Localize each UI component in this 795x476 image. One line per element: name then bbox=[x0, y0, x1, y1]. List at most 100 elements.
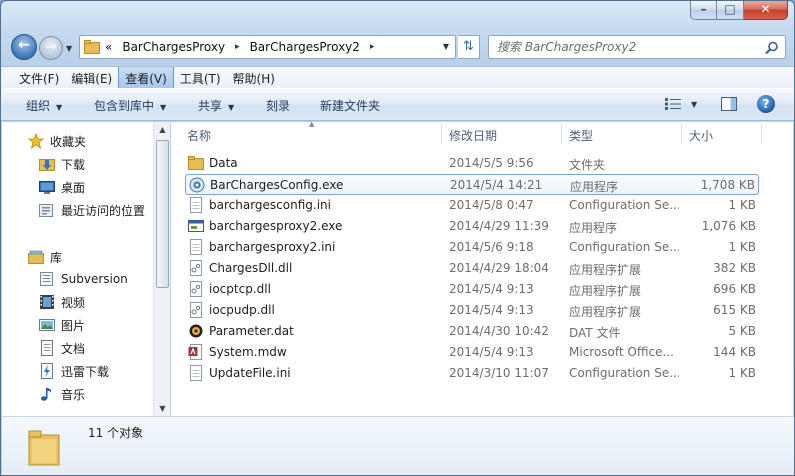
column-divider[interactable] bbox=[681, 124, 682, 144]
file-row[interactable]: iocpudp.dll 2014/5/4 9:13 应用程序扩展 615 KB bbox=[185, 300, 759, 321]
dll-file-icon bbox=[190, 260, 202, 276]
nav-subversion[interactable]: Subversion bbox=[39, 269, 128, 289]
file-size: 5 KB bbox=[728, 324, 756, 338]
file-modified-date: 2014/5/4 9:13 bbox=[449, 345, 534, 359]
nav-label: 文档 bbox=[61, 341, 86, 356]
subversion-library-icon bbox=[40, 272, 53, 286]
sort-ascending-icon: ▲ bbox=[309, 120, 315, 128]
nav-label: 图片 bbox=[61, 318, 86, 333]
nav-thunder-downloads[interactable]: 迅雷下载 bbox=[39, 361, 109, 381]
picture-icon bbox=[39, 319, 55, 331]
file-name: iocptcp.dll bbox=[209, 282, 271, 296]
new-folder-button[interactable]: 新建文件夹 bbox=[320, 97, 380, 114]
close-icon: ✕ bbox=[760, 2, 771, 16]
scrollbar-thumb[interactable] bbox=[156, 140, 169, 288]
preview-pane-icon[interactable] bbox=[721, 97, 737, 111]
scroll-down-icon[interactable]: ▼ bbox=[154, 404, 171, 413]
nav-documents[interactable]: 文档 bbox=[39, 338, 85, 358]
burn-button[interactable]: 刻录 bbox=[266, 97, 290, 114]
search-icon[interactable] bbox=[765, 41, 779, 55]
column-header-date[interactable]: 修改日期 bbox=[449, 122, 497, 146]
breadcrumb-chevron-icon[interactable]: ▸ bbox=[370, 42, 375, 52]
menu-edit[interactable]: 编辑(E) bbox=[65, 67, 118, 89]
file-type: Microsoft Office... bbox=[569, 345, 674, 359]
organize-label: 组织 bbox=[26, 99, 51, 113]
nav-label: 下载 bbox=[61, 157, 86, 172]
file-modified-date: 2014/5/5 9:56 bbox=[449, 156, 534, 170]
menu-view[interactable]: 查看(V) bbox=[118, 67, 174, 89]
navigation-scrollbar[interactable]: ▲ ▼ bbox=[153, 122, 170, 416]
file-row[interactable]: UpdateFile.ini 2014/3/10 11:07 Configurati… bbox=[185, 363, 759, 384]
file-name: barchargesproxy2.ini bbox=[209, 240, 336, 254]
file-type: Configuration Se... bbox=[569, 198, 679, 212]
file-modified-date: 2014/3/10 11:07 bbox=[449, 366, 549, 380]
file-row[interactable]: barchargesproxy2.ini 2014/5/6 9:18 Configu… bbox=[185, 237, 759, 258]
help-icon[interactable]: ? bbox=[757, 95, 775, 113]
column-divider[interactable] bbox=[561, 124, 562, 144]
organize-button[interactable]: 组织 ▼ bbox=[26, 97, 62, 114]
share-button[interactable]: 共享 ▼ bbox=[198, 97, 234, 114]
maximize-button[interactable]: □ bbox=[717, 1, 744, 20]
file-row[interactable]: Data 2014/5/5 9:56 文件夹 bbox=[185, 153, 759, 174]
file-type: 应用程序扩展 bbox=[569, 263, 642, 277]
dat-file-icon bbox=[189, 324, 203, 338]
forward-button[interactable]: → bbox=[39, 36, 63, 60]
breadcrumb-item[interactable]: BarChargesProxy bbox=[122, 40, 225, 54]
breadcrumb-chevron-icon[interactable]: ▸ bbox=[235, 42, 240, 52]
nav-pictures[interactable]: 图片 bbox=[39, 315, 85, 335]
dropdown-arrow-icon: ▼ bbox=[160, 103, 167, 112]
back-button[interactable]: ← bbox=[11, 34, 37, 60]
minimize-button[interactable]: – bbox=[690, 1, 717, 20]
file-row[interactable]: System.mdw 2014/5/4 9:13 Microsoft Office.… bbox=[185, 342, 759, 363]
nav-videos[interactable]: 视频 bbox=[39, 292, 85, 312]
search-box[interactable] bbox=[488, 35, 786, 59]
file-type: Configuration Se... bbox=[569, 240, 679, 254]
dll-file-icon bbox=[190, 281, 202, 297]
file-row[interactable]: BarChargesConfig.exe 2014/5/4 14:21 应用程序 1,… bbox=[185, 174, 759, 195]
column-header-type[interactable]: 类型 bbox=[569, 122, 593, 146]
music-note-icon bbox=[41, 388, 52, 401]
file-row[interactable]: barchargesconfig.ini 2014/5/8 0:47 Configu… bbox=[185, 195, 759, 216]
nav-desktop[interactable]: 桌面 bbox=[39, 177, 85, 197]
file-row[interactable]: Parameter.dat 2014/4/30 10:42 DAT 文件 5 KB bbox=[185, 321, 759, 342]
breadcrumb: « BarChargesProxy ▸ BarChargesProxy2 ▸ bbox=[105, 40, 374, 54]
menu-file[interactable]: 文件(F) bbox=[13, 67, 65, 89]
address-history-dropdown[interactable]: ▼ bbox=[443, 42, 449, 51]
thunder-download-icon bbox=[41, 363, 53, 379]
column-header-name[interactable]: 名称 bbox=[187, 122, 211, 146]
file-modified-date: 2014/5/6 9:18 bbox=[449, 240, 534, 254]
search-input[interactable] bbox=[497, 39, 757, 55]
title-bar[interactable]: – □ ✕ bbox=[1, 1, 794, 31]
dll-file-icon bbox=[190, 302, 202, 318]
scroll-up-icon[interactable]: ▲ bbox=[154, 125, 171, 134]
file-modified-date: 2014/5/4 9:13 bbox=[449, 282, 534, 296]
column-divider[interactable] bbox=[761, 124, 762, 144]
nav-libraries[interactable]: 库 bbox=[28, 247, 62, 267]
menu-help[interactable]: 帮助(H) bbox=[227, 67, 281, 89]
downloads-folder-icon bbox=[39, 159, 55, 171]
nav-recent-places[interactable]: 最近访问的位置 bbox=[39, 200, 145, 220]
include-in-library-button[interactable]: 包含到库中 ▼ bbox=[94, 97, 166, 114]
file-row[interactable]: barchargesproxy2.exe 2014/4/29 11:39 应用程序 1… bbox=[185, 216, 759, 237]
file-row[interactable]: iocptcp.dll 2014/5/4 9:13 应用程序扩展 696 KB bbox=[185, 279, 759, 300]
menu-tools[interactable]: 工具(T) bbox=[174, 67, 227, 89]
file-row[interactable]: ChargesDll.dll 2014/4/29 18:04 应用程序扩展 382 K… bbox=[185, 258, 759, 279]
refresh-button[interactable]: ⇅ bbox=[458, 35, 480, 59]
column-divider[interactable] bbox=[441, 124, 442, 144]
breadcrumb-item[interactable]: BarChargesProxy2 bbox=[250, 40, 360, 54]
recent-pages-dropdown[interactable]: ▼ bbox=[66, 44, 72, 53]
column-header-size[interactable]: 大小 bbox=[689, 122, 713, 146]
refresh-icon: ⇅ bbox=[463, 39, 474, 54]
breadcrumb-overflow[interactable]: « bbox=[105, 40, 112, 54]
close-button[interactable]: ✕ bbox=[744, 1, 788, 20]
nav-favorites[interactable]: 收藏夹 bbox=[28, 131, 86, 151]
file-type: 文件夹 bbox=[569, 158, 606, 172]
file-name: BarChargesConfig.exe bbox=[210, 178, 344, 192]
view-options-dropdown-icon[interactable]: ▼ bbox=[691, 100, 697, 109]
view-options-icon[interactable] bbox=[665, 97, 681, 111]
address-bar[interactable]: « BarChargesProxy ▸ BarChargesProxy2 ▸ ▼ bbox=[79, 35, 456, 59]
nav-downloads[interactable]: 下载 bbox=[39, 154, 85, 174]
folder-icon bbox=[28, 430, 60, 466]
nav-music[interactable]: 音乐 bbox=[39, 384, 85, 404]
exe-window-icon bbox=[188, 220, 204, 232]
